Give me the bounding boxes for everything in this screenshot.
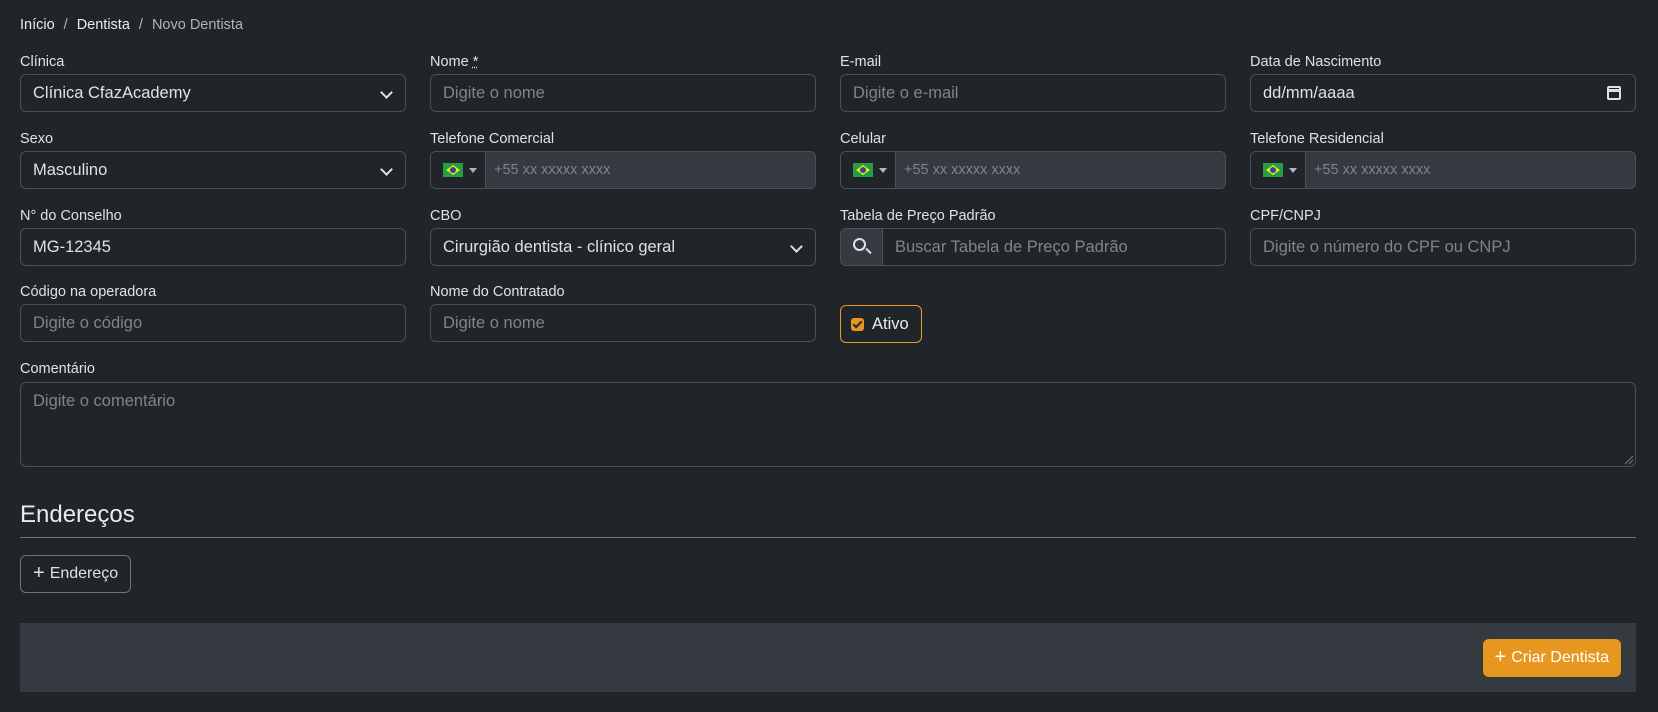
codigo-label: Código na operadora: [20, 284, 157, 300]
cbo-value: Cirurgião dentista - clínico geral: [443, 237, 676, 256]
section-divider: [20, 537, 1636, 538]
tabela-search-input[interactable]: Buscar Tabela de Preço Padrão: [883, 229, 1225, 265]
brazil-flag-icon: [1263, 163, 1283, 177]
caret-down-icon: [469, 167, 477, 173]
nome-label: Nome *: [430, 54, 479, 70]
nascimento-value: dd/mm/aaaa: [1263, 83, 1355, 102]
brazil-flag-icon: [853, 163, 873, 177]
tel-comercial-label: Telefone Comercial: [430, 131, 555, 147]
tel-comercial-phone-input: +55 xx xxxxx xxxx: [430, 151, 816, 189]
ativo-checkbox[interactable]: Ativo: [840, 305, 922, 343]
caret-down-icon: [1289, 167, 1297, 173]
conselho-input[interactable]: MG-12345: [20, 228, 406, 266]
cbo-select[interactable]: Cirurgião dentista - clínico geral: [430, 228, 816, 266]
celular-phone-input: +55 xx xxxxx xxxx: [840, 151, 1226, 189]
country-select[interactable]: [1251, 152, 1306, 188]
country-select[interactable]: [431, 152, 486, 188]
cbo-field: CBO Cirurgião dentista - clínico geral: [430, 206, 816, 266]
breadcrumb-separator: /: [63, 17, 68, 33]
celular-input[interactable]: +55 xx xxxxx xxxx: [896, 152, 1225, 188]
add-endereco-button[interactable]: + Endereço: [20, 555, 132, 593]
sexo-label: Sexo: [20, 131, 54, 147]
plus-icon: +: [1494, 646, 1507, 668]
chevron-down-icon: [380, 86, 393, 99]
tel-comercial-field: Telefone Comercial +55 xx xxxxx xxxx: [430, 129, 816, 189]
nascimento-date-input[interactable]: dd/mm/aaaa: [1250, 74, 1636, 112]
cpf-input[interactable]: Digite o número do CPF ou CNPJ: [1250, 228, 1636, 266]
search-icon: [853, 238, 866, 251]
criar-dentista-button[interactable]: + Criar Dentista: [1482, 639, 1621, 677]
sexo-select[interactable]: Masculino: [20, 151, 406, 189]
calendar-icon[interactable]: [1607, 86, 1621, 100]
cpf-label: CPF/CNPJ: [1250, 208, 1321, 224]
tabela-label: Tabela de Preço Padrão: [840, 208, 996, 224]
contratado-field: Nome do Contratado Digite o nome: [430, 282, 816, 342]
sexo-value: Masculino: [33, 160, 108, 179]
clinica-field: Clínica Clínica CfazAcademy: [20, 52, 406, 112]
email-label: E-mail: [840, 54, 882, 70]
breadcrumb-home[interactable]: Início: [20, 17, 55, 33]
contratado-label: Nome do Contratado: [430, 284, 565, 300]
cpf-field: CPF/CNPJ Digite o número do CPF ou CNPJ: [1250, 206, 1636, 266]
clinica-value: Clínica CfazAcademy: [33, 83, 191, 102]
tabela-search: Buscar Tabela de Preço Padrão: [840, 228, 1226, 266]
codigo-field: Código na operadora Digite o código: [20, 282, 406, 342]
comentario-label: Comentário: [20, 361, 95, 377]
nascimento-label: Data de Nascimento: [1250, 54, 1382, 70]
criar-dentista-label: Criar Dentista: [1511, 649, 1609, 666]
search-button[interactable]: [841, 229, 883, 265]
contratado-input[interactable]: Digite o nome: [430, 304, 816, 342]
tel-residencial-phone-input: +55 xx xxxxx xxxx: [1250, 151, 1636, 189]
codigo-input[interactable]: Digite o código: [20, 304, 406, 342]
form-footer: + Criar Dentista: [20, 623, 1636, 692]
comentario-placeholder: Digite o comentário: [33, 392, 176, 410]
conselho-label: N° do Conselho: [20, 208, 122, 224]
tel-residencial-label: Telefone Residencial: [1250, 131, 1384, 147]
add-endereco-label: Endereço: [49, 565, 119, 582]
email-input[interactable]: Digite o e-mail: [840, 74, 1226, 112]
tel-residencial-input[interactable]: +55 xx xxxxx xxxx: [1306, 152, 1635, 188]
tabela-field: Tabela de Preço Padrão Buscar Tabela de …: [840, 206, 1226, 266]
country-select[interactable]: [841, 152, 896, 188]
clinica-select[interactable]: Clínica CfazAcademy: [20, 74, 406, 112]
conselho-field: N° do Conselho MG-12345: [20, 206, 406, 266]
caret-down-icon: [879, 167, 887, 173]
tel-comercial-input[interactable]: +55 xx xxxxx xxxx: [486, 152, 815, 188]
checkbox-checked-icon: [851, 317, 864, 331]
nome-field: Nome * Digite o nome: [430, 52, 816, 112]
brazil-flag-icon: [443, 163, 463, 177]
chevron-down-icon: [790, 240, 803, 253]
breadcrumb-current: Novo Dentista: [151, 17, 244, 33]
cbo-label: CBO: [430, 208, 462, 224]
sexo-field: Sexo Masculino: [20, 129, 406, 189]
plus-icon: +: [33, 562, 45, 584]
enderecos-title: Endereços: [20, 501, 135, 528]
breadcrumb-separator: /: [138, 17, 143, 33]
required-mark: *: [472, 54, 479, 70]
celular-label: Celular: [840, 131, 886, 147]
nome-input[interactable]: Digite o nome: [430, 74, 816, 112]
resize-grip-icon[interactable]: [1625, 456, 1633, 464]
chevron-down-icon: [380, 163, 393, 176]
comentario-textarea[interactable]: Digite o comentário: [20, 382, 1636, 467]
ativo-label: Ativo: [872, 314, 909, 333]
nascimento-field: Data de Nascimento dd/mm/aaaa: [1250, 52, 1636, 112]
breadcrumb: Início / Dentista / Novo Dentista: [20, 17, 243, 33]
breadcrumb-dentista[interactable]: Dentista: [77, 17, 130, 33]
tel-residencial-field: Telefone Residencial +55 xx xxxxx xxxx: [1250, 129, 1636, 189]
celular-field: Celular +55 xx xxxxx xxxx: [840, 129, 1226, 189]
clinica-label: Clínica: [20, 54, 65, 70]
email-field: E-mail Digite o e-mail: [840, 52, 1226, 112]
